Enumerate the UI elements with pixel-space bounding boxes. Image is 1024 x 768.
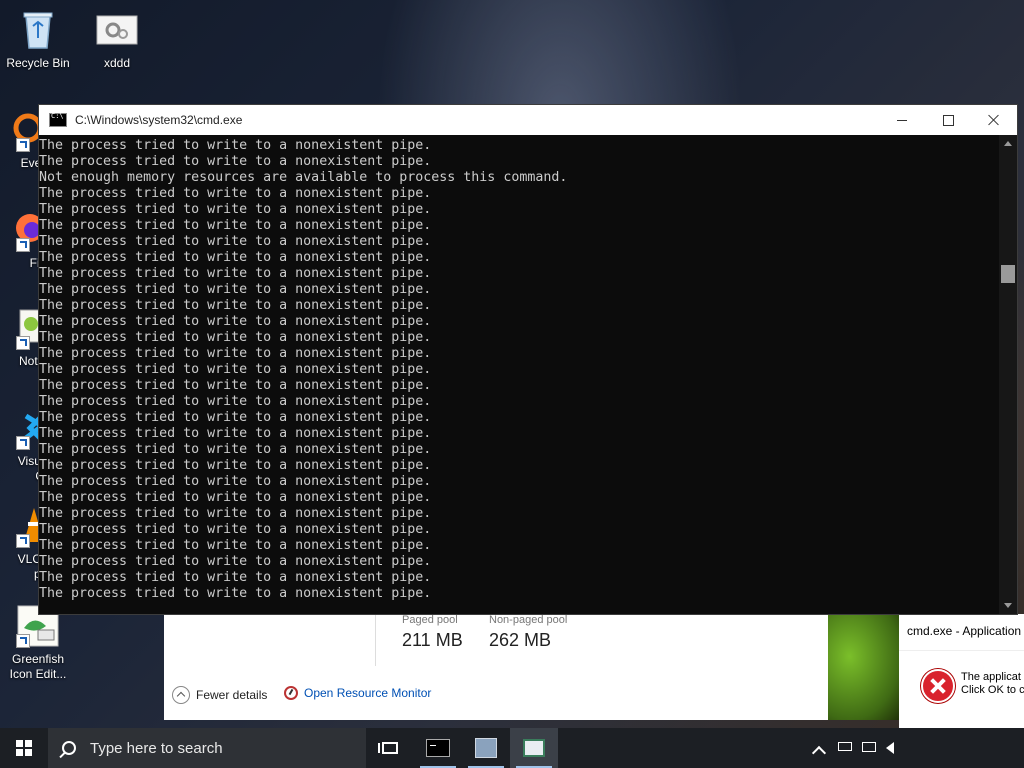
console-line: The process tried to write to a nonexist…	[39, 458, 432, 473]
search-icon	[62, 741, 76, 755]
fewer-details-button[interactable]: Fewer details	[172, 686, 267, 704]
error-message-line2: Click OK to c	[961, 684, 1024, 696]
console-line: The process tried to write to a nonexist…	[39, 378, 432, 393]
start-button[interactable]	[0, 728, 48, 768]
console-line: The process tried to write to a nonexist…	[39, 266, 432, 281]
battery-icon[interactable]	[838, 742, 852, 754]
desktop-icon-label: Greenfish	[11, 652, 65, 666]
window-title: C:\Windows\system32\cmd.exe	[75, 113, 243, 127]
console-line: The process tried to write to a nonexist…	[39, 282, 432, 297]
console-line: The process tried to write to a nonexist…	[39, 394, 432, 409]
scroll-thumb[interactable]	[1001, 265, 1015, 283]
error-message: The applicat Click OK to c	[961, 671, 1024, 697]
shortcut-arrow-icon	[16, 634, 30, 648]
maximize-icon	[942, 114, 954, 126]
paged-pool-value: 211 MB	[402, 630, 463, 650]
console-line: The process tried to write to a nonexist…	[39, 234, 432, 249]
console-output[interactable]: The process tried to write to a nonexist…	[39, 135, 999, 614]
console-line: The process tried to write to a nonexist…	[39, 410, 432, 425]
desktop-icon-xddd[interactable]: xddd	[79, 8, 155, 71]
scroll-down-icon[interactable]	[1004, 603, 1012, 608]
maximize-button[interactable]	[925, 105, 971, 135]
paged-pool-label: Paged pool	[402, 614, 458, 626]
taskbar-search-box[interactable]: Type here to search	[48, 728, 366, 768]
console-line: Not enough memory resources are availabl…	[39, 170, 568, 185]
scroll-up-icon[interactable]	[1004, 141, 1012, 146]
console-line: The process tried to write to a nonexist…	[39, 330, 432, 345]
chevron-up-icon	[811, 745, 827, 761]
control-panel-icon	[475, 738, 497, 758]
console-line: The process tried to write to a nonexist…	[39, 314, 432, 329]
open-resource-monitor-link[interactable]: Open Resource Monitor	[284, 686, 431, 700]
error-dialog[interactable]: cmd.exe - Application The applicat Click…	[899, 614, 1024, 729]
taskbar-cmd-button[interactable]	[414, 728, 462, 768]
task-view-icon	[378, 742, 398, 754]
console-line: The process tried to write to a nonexist…	[39, 538, 432, 553]
error-dialog-title: cmd.exe - Application	[907, 624, 1022, 638]
vertical-scrollbar[interactable]	[999, 135, 1017, 614]
nonpaged-pool-value: 262 MB	[489, 630, 552, 650]
console-line: The process tried to write to a nonexist…	[39, 586, 432, 601]
taskbar-control-panel-button[interactable]	[462, 728, 510, 768]
console-line: The process tried to write to a nonexist…	[39, 522, 432, 537]
task-manager-icon	[523, 739, 545, 757]
console-line: The process tried to write to a nonexist…	[39, 346, 432, 361]
network-icon[interactable]	[862, 742, 876, 754]
volume-icon[interactable]	[886, 742, 900, 754]
shortcut-arrow-icon	[16, 336, 30, 350]
console-line: The process tried to write to a nonexist…	[39, 474, 432, 489]
task-manager-window: Paged pool 211 MB Non-paged pool 262 MB …	[164, 614, 828, 720]
shortcut-arrow-icon	[16, 238, 30, 252]
shortcut-arrow-icon	[16, 534, 30, 548]
console-line: The process tried to write to a nonexist…	[39, 554, 432, 569]
settings-file-icon	[95, 8, 139, 52]
console-line: The process tried to write to a nonexist…	[39, 506, 432, 521]
taskbar-app-button[interactable]	[510, 728, 558, 768]
cmd-titlebar[interactable]: C:\Windows\system32\cmd.exe	[39, 105, 1017, 135]
console-line: The process tried to write to a nonexist…	[39, 186, 432, 201]
console-line: The process tried to write to a nonexist…	[39, 218, 432, 233]
task-view-button[interactable]	[366, 728, 414, 768]
error-dialog-body: The applicat Click OK to c	[899, 650, 1024, 729]
command-prompt-icon	[426, 739, 450, 757]
console-line: The process tried to write to a nonexist…	[39, 202, 432, 217]
console-line: The process tried to write to a nonexist…	[39, 426, 432, 441]
search-placeholder: Type here to search	[90, 739, 223, 757]
console-line: The process tried to write to a nonexist…	[39, 250, 432, 265]
resource-monitor-icon	[284, 686, 298, 700]
console-line: The process tried to write to a nonexist…	[39, 138, 432, 153]
show-hidden-icons-button[interactable]	[811, 742, 828, 761]
error-message-line1: The applicat	[961, 671, 1021, 683]
error-icon	[921, 669, 955, 703]
desktop-icon-label-line2: Icon Edit...	[9, 667, 67, 681]
console-line: The process tried to write to a nonexist…	[39, 154, 432, 169]
stats-divider	[375, 614, 376, 666]
shortcut-arrow-icon	[16, 138, 30, 152]
chevron-up-circle-icon	[172, 686, 190, 704]
open-resource-monitor-label: Open Resource Monitor	[304, 686, 432, 700]
cmd-icon	[49, 112, 67, 127]
close-button[interactable]	[971, 105, 1017, 135]
minimize-button[interactable]	[879, 105, 925, 135]
fewer-details-label: Fewer details	[196, 688, 268, 702]
console-line: The process tried to write to a nonexist…	[39, 570, 432, 585]
windows-logo-icon	[16, 740, 32, 756]
console-line: The process tried to write to a nonexist…	[39, 362, 432, 377]
background-window-fragment	[828, 614, 900, 720]
desktop-icon-greenfish[interactable]: Greenfish Icon Edit...	[0, 604, 76, 682]
desktop-icon-recycle-bin[interactable]: Recycle Bin	[0, 8, 76, 71]
recycle-bin-icon	[16, 8, 60, 52]
cmd-window[interactable]: C:\Windows\system32\cmd.exe The process …	[38, 104, 1018, 615]
minimize-icon	[897, 119, 907, 121]
close-icon	[988, 114, 1000, 126]
console-line: The process tried to write to a nonexist…	[39, 298, 432, 313]
console-line: The process tried to write to a nonexist…	[39, 442, 432, 457]
shortcut-arrow-icon	[16, 436, 30, 450]
taskbar: Type here to search	[0, 728, 1024, 768]
system-tray	[811, 728, 1024, 768]
console-line: The process tried to write to a nonexist…	[39, 490, 432, 505]
desktop-icon-label: xddd	[103, 56, 131, 70]
nonpaged-pool-label: Non-paged pool	[489, 614, 568, 626]
desktop-icon-label: Recycle Bin	[6, 56, 70, 70]
